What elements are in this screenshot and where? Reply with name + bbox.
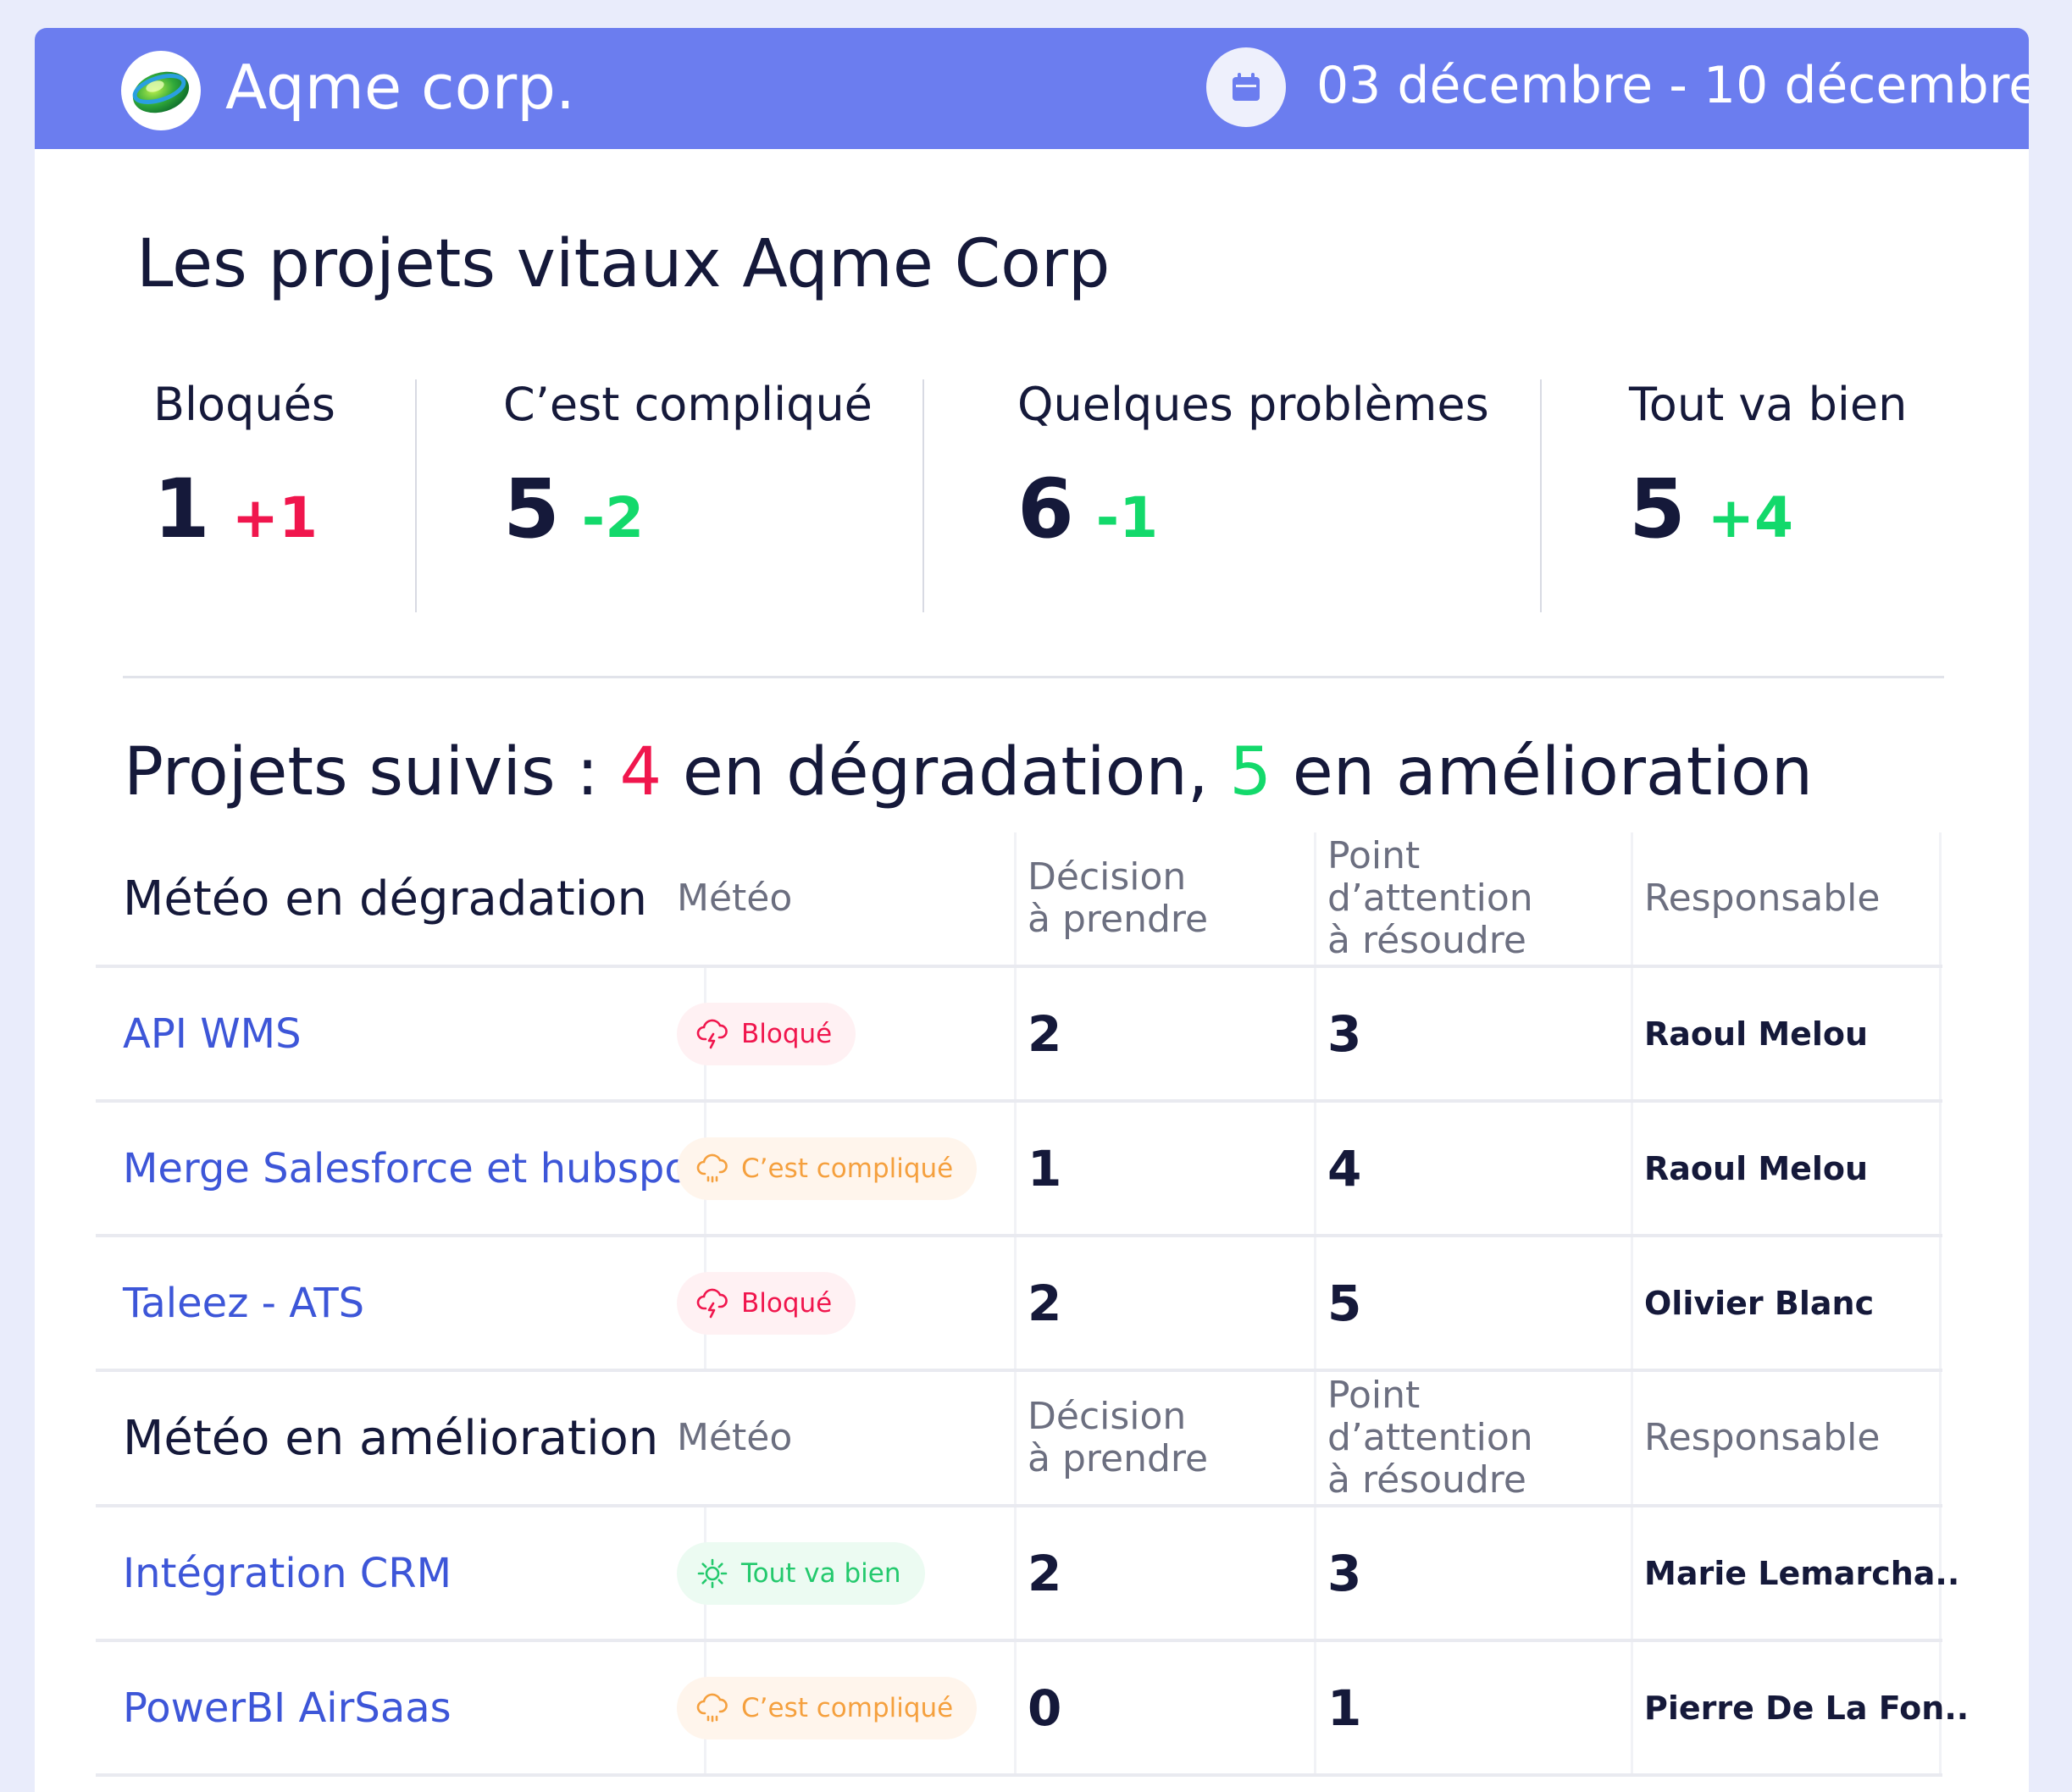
dashboard-card: Aqme corp. 03 décembre - 10 décembre Les… xyxy=(35,28,2029,1792)
improving-section-title: Météo en amélioration xyxy=(123,1410,659,1466)
stat-value: 5 xyxy=(503,462,560,556)
weather-badge-complicated: C’est compliqué xyxy=(677,1676,978,1739)
stat-all-good[interactable]: Tout va bien 5 +4 xyxy=(1629,382,1907,612)
table-header-degrading: Météo en dégradation Météo Décision à pre… xyxy=(96,832,1942,968)
weather-badge-blocked: Bloqué xyxy=(677,1002,856,1065)
decision-count: 2 xyxy=(1028,1004,1062,1063)
decision-count: 1 xyxy=(1028,1139,1062,1197)
owner-name: Raoul Melou xyxy=(1644,1149,1869,1187)
company-logo[interactable] xyxy=(121,51,201,130)
attention-count: 1 xyxy=(1327,1679,1362,1737)
column-decision[interactable]: Décision à prendre xyxy=(1028,856,1208,941)
degrading-text: en dégradation, xyxy=(662,734,1230,810)
stat-complicated[interactable]: C’est compliqué 5 -2 xyxy=(503,382,873,612)
stat-delta: +4 xyxy=(1707,485,1794,550)
rain-cloud-icon xyxy=(696,1693,728,1722)
stat-delta: +1 xyxy=(231,485,319,550)
stat-label: Bloqués xyxy=(153,378,335,431)
degrading-count: 4 xyxy=(619,734,662,810)
table-row[interactable]: API WMS Bloqué 2 3 Raoul Melou xyxy=(96,968,1942,1103)
column-decision[interactable]: Décision à prendre xyxy=(1028,1396,1208,1480)
table-row[interactable]: Intégration CRM Tout va bien 2 3 Marie L… xyxy=(96,1507,1959,1642)
owner-name: Raoul Melou xyxy=(1644,1015,1869,1053)
owner-name: Marie Lemarcha.. xyxy=(1644,1554,1960,1592)
improving-text: en amélioration xyxy=(1271,734,1814,810)
owner-name: Pierre De La Fon.. xyxy=(1644,1689,1970,1727)
stat-divider xyxy=(922,379,924,612)
page-title: Les projets vitaux Aqme Corp xyxy=(136,226,1111,302)
stat-label: Tout va bien xyxy=(1629,378,1908,431)
rain-cloud-icon xyxy=(696,1153,728,1182)
project-link[interactable]: Merge Salesforce et hubspot xyxy=(123,1145,706,1192)
weather-badge-blocked: Bloqué xyxy=(677,1271,856,1335)
attention-count: 3 xyxy=(1327,1004,1362,1063)
storm-icon xyxy=(696,1019,728,1048)
owner-name: Olivier Blanc xyxy=(1644,1284,1875,1322)
column-weather[interactable]: Météo xyxy=(677,877,792,920)
stat-value: 6 xyxy=(1017,462,1074,556)
sun-icon xyxy=(697,1558,728,1588)
calendar-icon xyxy=(1233,73,1260,101)
table-row[interactable]: PowerBI AirSaas C’est compliqué 0 1 Pier… xyxy=(96,1642,1969,1777)
stat-value: 1 xyxy=(153,462,210,556)
followed-prefix: Projets suivis : xyxy=(124,734,620,810)
weather-badge-complicated: C’est compliqué xyxy=(677,1137,978,1200)
decision-count: 0 xyxy=(1028,1679,1062,1737)
company-name: Aqme corp. xyxy=(225,52,575,123)
storm-icon xyxy=(696,1288,728,1318)
attention-count: 3 xyxy=(1327,1544,1362,1602)
stat-delta: -2 xyxy=(581,485,645,550)
project-link[interactable]: Intégration CRM xyxy=(123,1550,452,1597)
stat-delta: -1 xyxy=(1095,485,1159,550)
column-owner[interactable]: Responsable xyxy=(1644,877,1880,920)
project-link[interactable]: PowerBI AirSaas xyxy=(123,1684,452,1732)
stat-divider xyxy=(415,379,417,612)
stat-divider xyxy=(1540,379,1542,612)
stat-label: Quelques problèmes xyxy=(1017,378,1489,431)
stat-label: C’est compliqué xyxy=(503,378,873,431)
attention-count: 4 xyxy=(1327,1139,1362,1197)
attention-count: 5 xyxy=(1327,1274,1362,1332)
table-header-improving: Météo en amélioration Météo Décision à pr… xyxy=(96,1372,1942,1507)
decision-count: 2 xyxy=(1028,1544,1062,1602)
top-bar: Aqme corp. 03 décembre - 10 décembre xyxy=(35,28,2029,149)
column-owner[interactable]: Responsable xyxy=(1644,1417,1880,1459)
project-link[interactable]: API WMS xyxy=(123,1010,302,1058)
column-attention[interactable]: Point d’attention à résoudre xyxy=(1327,1374,1533,1502)
degrading-section-title: Météo en dégradation xyxy=(123,871,648,926)
section-divider xyxy=(123,676,1944,678)
column-attention[interactable]: Point d’attention à résoudre xyxy=(1327,835,1533,962)
project-link[interactable]: Taleez - ATS xyxy=(123,1280,364,1327)
calendar-button[interactable] xyxy=(1206,47,1286,127)
projects-table: Météo en dégradation Météo Décision à pre… xyxy=(96,832,1969,1777)
stat-blocked[interactable]: Bloqués 1 +1 xyxy=(153,382,335,612)
stat-some-problems[interactable]: Quelques problèmes 6 -1 xyxy=(1017,382,1489,612)
date-range[interactable]: 03 décembre - 10 décembre xyxy=(1316,60,2029,111)
table-row[interactable]: Merge Salesforce et hubspot C’est compli… xyxy=(96,1103,1942,1237)
improving-count: 5 xyxy=(1229,734,1271,810)
table-row[interactable]: Taleez - ATS Bloqué 2 5 Olivier Blanc xyxy=(96,1237,1942,1372)
stat-value: 5 xyxy=(1629,462,1686,556)
followed-projects-title: Projets suivis : 4 en dégradation, 5 en … xyxy=(124,739,1813,805)
column-weather[interactable]: Météo xyxy=(677,1417,792,1459)
weather-badge-good: Tout va bien xyxy=(677,1541,925,1605)
decision-count: 2 xyxy=(1028,1274,1062,1332)
